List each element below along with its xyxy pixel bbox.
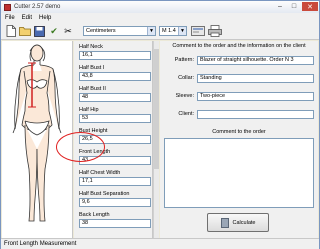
window-title: Cutter 2.57 demo [14, 4, 61, 10]
check-icon[interactable]: ✔ [48, 25, 60, 37]
menu-help[interactable]: Help [39, 15, 51, 21]
comment-textarea[interactable] [164, 138, 314, 208]
measurement-label: Half Bust I [79, 65, 105, 71]
chevron-down-icon[interactable]: ▼ [147, 27, 155, 35]
minimize-button[interactable]: – [274, 2, 286, 11]
measurement-input[interactable]: 53 [79, 114, 151, 123]
measurement-label: Back Length [79, 212, 110, 218]
measurement-input[interactable]: 48 [79, 93, 151, 102]
scrollbar-thumb[interactable] [154, 49, 159, 169]
status-bar: Front Length Measurement [1, 238, 319, 249]
settings-icon[interactable] [191, 25, 205, 37]
client-label: Client: [178, 111, 194, 117]
measurement-back-length: Back Length 38 [79, 212, 151, 228]
measurement-half-chest-width: Half Chest Width 17,1 [79, 170, 151, 186]
measurement-half-bust-separation: Half Bust Separation 9,6 [79, 191, 151, 207]
collar-row: Collar: Standing [164, 74, 314, 83]
measurement-input[interactable]: 43,8 [79, 72, 151, 81]
new-file-icon[interactable] [5, 25, 17, 37]
size-select[interactable]: М 1.4 ▼ [159, 26, 187, 36]
measurement-half-bust-ii: Half Bust II 48 [79, 86, 151, 102]
sleeve-label: Sleeve: [175, 93, 194, 99]
menu-bar: File Edit Help [1, 13, 319, 22]
client-row: Client: [164, 110, 314, 119]
order-info-heading: Comment to the order and the information… [172, 43, 306, 49]
measurement-label: Half Neck [79, 44, 103, 50]
measurement-input[interactable]: 16,1 [79, 51, 151, 60]
title-bar: Cutter 2.57 demo – □ ✕ [1, 1, 319, 13]
measurement-half-hip: Half Hip 53 [79, 107, 151, 123]
measurement-input[interactable]: 9,6 [79, 198, 151, 207]
measurement-input[interactable]: 17,1 [79, 177, 151, 186]
measurement-label: Half Chest Width [79, 170, 121, 176]
pattern-label: Pattern: [174, 57, 194, 63]
menu-file[interactable]: File [5, 15, 15, 21]
order-info-pane: Comment to the order and the information… [160, 41, 318, 238]
comment-heading: Comment to the order [212, 129, 266, 135]
calculator-icon [220, 217, 229, 228]
open-folder-icon[interactable] [19, 25, 31, 37]
app-icon [4, 3, 11, 11]
scissors-icon[interactable]: ✂ [62, 25, 74, 37]
app-window: Cutter 2.57 demo – □ ✕ File Edit Help ✔ … [0, 0, 320, 249]
save-icon[interactable] [33, 25, 45, 37]
close-button[interactable]: ✕ [302, 2, 318, 11]
pattern-input[interactable]: Blazer of straight silhouette. Order N 3 [197, 56, 314, 65]
sleeve-input[interactable]: Two-piece [197, 92, 314, 101]
pattern-row: Pattern: Blazer of straight silhouette. … [164, 56, 314, 65]
collar-label: Collar: [178, 75, 194, 81]
front-length-highlight-ring [56, 132, 105, 162]
measurement-label: Half Bust Separation [79, 191, 130, 197]
chevron-down-icon[interactable]: ▼ [178, 27, 186, 35]
toolbar: ✔ ✂ Centimeters ▼ М 1.4 ▼ [1, 22, 319, 40]
menu-edit[interactable]: Edit [22, 15, 32, 21]
measurement-label: Half Hip [79, 107, 99, 113]
units-select-value: Centimeters [86, 28, 116, 34]
measurements-scrollbar[interactable] [153, 41, 159, 238]
measurement-input[interactable]: 38 [79, 219, 151, 228]
measurement-half-neck: Half Neck 16,1 [79, 44, 151, 60]
measurement-half-bust-i: Half Bust I 43,8 [79, 65, 151, 81]
units-select[interactable]: Centimeters ▼ [83, 26, 156, 36]
measurement-label: Half Bust II [79, 86, 106, 92]
calculate-button[interactable]: Calculate [207, 213, 269, 232]
print-icon[interactable] [208, 25, 222, 37]
maximize-button[interactable]: □ [288, 2, 300, 11]
sleeve-row: Sleeve: Two-piece [164, 92, 314, 101]
collar-input[interactable]: Standing [197, 74, 314, 83]
size-select-value: М 1.4 [162, 28, 176, 34]
calculate-button-label: Calculate [232, 219, 256, 226]
client-input[interactable] [197, 110, 314, 119]
